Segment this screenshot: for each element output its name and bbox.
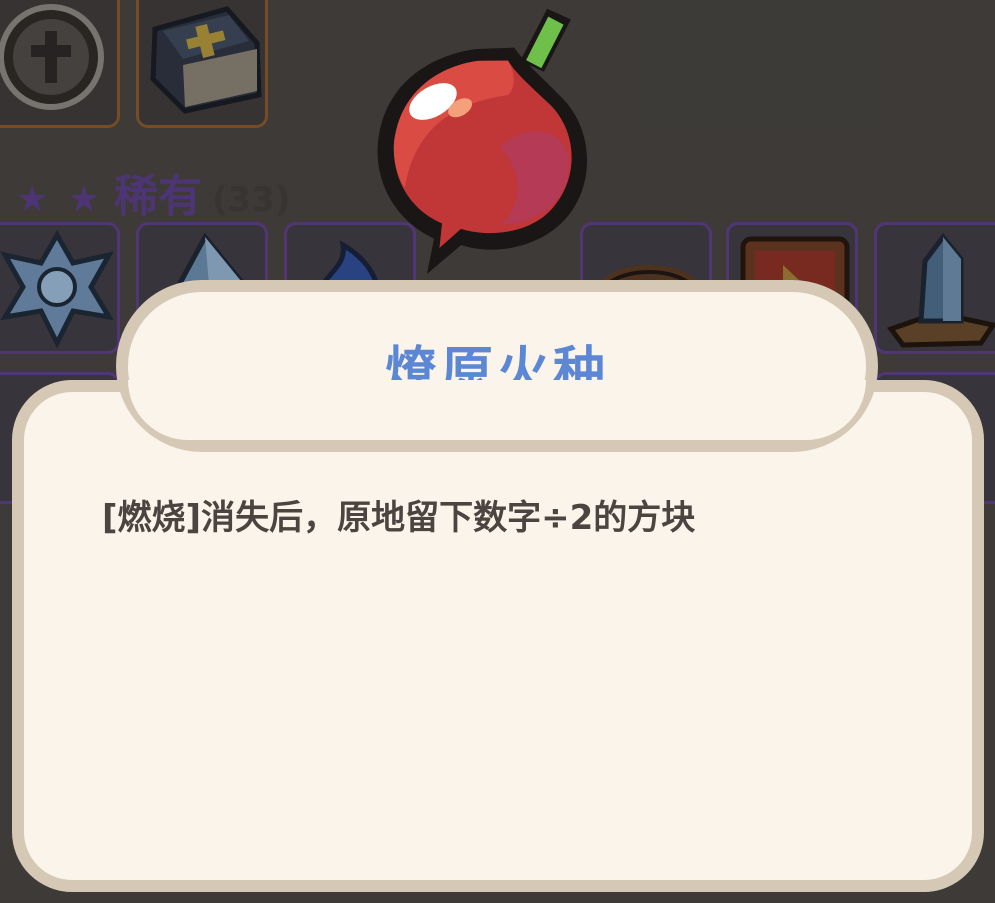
red-gourd-icon (377, 8, 587, 275)
title-tab-seam (128, 380, 866, 440)
item-description: [燃烧]消失后，原地留下数字÷2的方块 (102, 498, 696, 538)
item-detail-panel (12, 380, 984, 892)
